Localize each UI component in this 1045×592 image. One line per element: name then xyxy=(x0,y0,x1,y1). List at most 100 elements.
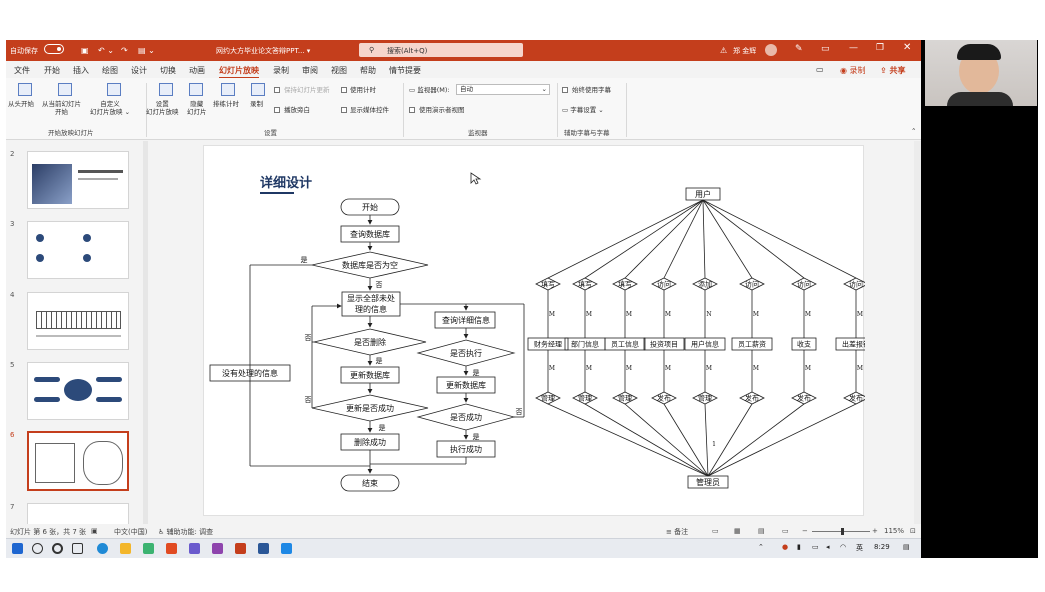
always-subtitles-checkbox[interactable] xyxy=(562,87,568,93)
subtitle-settings-button[interactable]: ▭ 字幕设置 ⌄ xyxy=(562,106,604,114)
use-timing-checkbox[interactable] xyxy=(341,87,347,93)
tab-record[interactable]: 录制 xyxy=(273,65,289,76)
thumbnail-scrollbar[interactable] xyxy=(143,141,148,524)
ribbon-display-icon[interactable]: ▭ xyxy=(821,44,830,54)
reading-view-icon[interactable]: ▤ xyxy=(758,527,765,535)
record-slideshow-button[interactable]: 录制 xyxy=(250,100,263,108)
setup-show-button[interactable]: 设置 幻灯片放映 xyxy=(146,100,179,116)
onenote-icon[interactable] xyxy=(212,543,223,554)
keep-fresh-label: 保持幻灯片更新 xyxy=(284,86,330,94)
undo-icon[interactable]: ↶ ⌄ xyxy=(98,46,114,55)
powerpoint-icon[interactable] xyxy=(235,543,246,554)
slide-thumbnail-2[interactable] xyxy=(27,151,129,209)
accessibility-status[interactable]: ♿ 辅助功能: 调查 xyxy=(158,527,213,537)
tab-design[interactable]: 设计 xyxy=(131,65,147,76)
ime-indicator[interactable]: 英 xyxy=(856,543,863,553)
slide-thumbnail-3[interactable] xyxy=(27,221,129,279)
er-cardinality: M xyxy=(586,311,592,318)
from-current-button[interactable]: 从当前幻灯片 开始 xyxy=(42,100,81,116)
zoom-in-icon[interactable]: + xyxy=(872,527,878,535)
battery-icon[interactable]: ▭ xyxy=(812,543,819,551)
tab-draw[interactable]: 绘图 xyxy=(102,65,118,76)
slideshow-view-icon[interactable]: ▭ xyxy=(782,527,789,535)
thumbnail-pane: 2 3 4 5 6 7 xyxy=(6,141,148,525)
monitor-label: ▭ 监视器(M): xyxy=(409,86,450,94)
slide-thumbnail-6[interactable] xyxy=(27,431,129,491)
fit-slide-icon[interactable]: ⊡ xyxy=(910,527,916,535)
keep-fresh-checkbox[interactable] xyxy=(274,87,280,93)
record-button[interactable]: ◉ 录制 xyxy=(840,65,866,76)
slide-sorter-icon[interactable]: ▦ xyxy=(734,527,741,535)
presenter-view-checkbox[interactable] xyxy=(409,107,415,113)
volume-icon[interactable]: ◂ xyxy=(826,543,830,551)
save-icon[interactable]: ▣ xyxy=(81,46,89,55)
zoom-slider-thumb[interactable] xyxy=(841,528,844,535)
notes-button[interactable]: ≡ 备注 xyxy=(666,527,688,537)
tray-app-icon[interactable]: ● xyxy=(782,543,788,551)
close-icon[interactable]: ✕ xyxy=(903,42,911,53)
minimize-icon[interactable]: — xyxy=(849,43,858,53)
tab-insert[interactable]: 插入 xyxy=(73,65,89,76)
present-icon[interactable]: ▤ ⌄ xyxy=(138,46,155,55)
search-box[interactable]: ⚲ 搜索(Alt+Q) xyxy=(359,43,523,57)
slide-canvas[interactable]: 详细设计 开始 查询数据库 数据库是否为空 是 否 显示全部未处 理的信息 没有… xyxy=(203,145,865,516)
rehearse-button[interactable]: 排练计时 xyxy=(213,100,239,108)
autosave-toggle[interactable] xyxy=(44,44,64,54)
show-media-checkbox[interactable] xyxy=(341,107,347,113)
avatar[interactable] xyxy=(765,44,777,56)
clock[interactable]: 8:29 xyxy=(874,543,890,551)
slide-thumbnail-5[interactable] xyxy=(27,362,129,420)
tab-transitions[interactable]: 切换 xyxy=(160,65,176,76)
tab-help[interactable]: 帮助 xyxy=(360,65,376,76)
tray-chevron-icon[interactable]: ⌃ xyxy=(758,543,764,551)
search-input[interactable]: 搜索(Alt+Q) xyxy=(387,46,427,56)
flow-db-empty-text: 数据库是否为空 xyxy=(342,260,398,270)
app-icon[interactable] xyxy=(189,543,200,554)
notification-icon[interactable]: ▤ xyxy=(903,543,910,551)
slide-diagrams: 开始 查询数据库 数据库是否为空 是 否 显示全部未处 理的信息 没有处理的信息… xyxy=(209,187,865,492)
tab-review[interactable]: 审阅 xyxy=(302,65,318,76)
app-icon[interactable] xyxy=(281,543,292,554)
slide-thumbnail-4[interactable] xyxy=(27,292,129,350)
redo-icon[interactable]: ↷ xyxy=(121,46,128,55)
user-name[interactable]: 郑 金辉 xyxy=(733,46,756,56)
network-icon[interactable]: ◠ xyxy=(840,543,846,551)
zoom-out-icon[interactable]: − xyxy=(802,527,808,535)
restore-icon[interactable]: ❐ xyxy=(876,43,884,53)
zoom-level[interactable]: 115% xyxy=(884,527,904,535)
tray-app-icon[interactable]: ▮ xyxy=(797,543,801,551)
document-title[interactable]: 网约大方毕业论文答辩PPT... ▾ xyxy=(216,46,310,56)
custom-show-button[interactable]: 自定义 幻灯片放映 ⌄ xyxy=(90,100,130,116)
app-icon[interactable] xyxy=(143,543,154,554)
share-button[interactable]: ⇪ 共享 xyxy=(880,65,906,76)
slide-thumbnail-7[interactable] xyxy=(27,503,129,525)
pen-icon[interactable]: ✎ xyxy=(795,44,803,54)
widgets-icon[interactable] xyxy=(72,543,83,554)
play-narration-checkbox[interactable] xyxy=(274,107,280,113)
windows-start-icon[interactable] xyxy=(12,543,23,554)
search-icon[interactable] xyxy=(32,543,43,554)
tab-home[interactable]: 开始 xyxy=(44,65,60,76)
edge-icon[interactable] xyxy=(97,543,108,554)
spellcheck-icon[interactable]: ▣ xyxy=(91,527,98,535)
comment-icon[interactable]: ▭ xyxy=(816,65,824,74)
hide-slide-button[interactable]: 隐藏 幻灯片 xyxy=(187,100,207,116)
tab-file[interactable]: 文件 xyxy=(14,65,30,76)
collapse-ribbon-icon[interactable]: ⌃ xyxy=(911,127,916,135)
monitor-select[interactable]: 自动 ⌄ xyxy=(456,84,550,95)
er-relationship-bottom-label: 管理 xyxy=(618,394,632,403)
office-icon[interactable] xyxy=(166,543,177,554)
language-indicator[interactable]: 中文(中国) xyxy=(114,527,147,537)
task-view-icon[interactable] xyxy=(52,543,63,554)
tab-storyboard[interactable]: 情节提要 xyxy=(389,65,421,76)
slide-scrollbar[interactable] xyxy=(914,141,921,524)
tab-animations[interactable]: 动画 xyxy=(189,65,205,76)
warning-icon[interactable]: ⚠ xyxy=(720,46,727,55)
from-start-button[interactable]: 从头开始 xyxy=(8,100,34,108)
tab-slideshow[interactable]: 幻灯片放映 xyxy=(219,65,259,79)
er-relationship-top-label: 访问 xyxy=(797,280,811,289)
normal-view-icon[interactable]: ▭ xyxy=(712,527,719,535)
file-explorer-icon[interactable] xyxy=(120,543,131,554)
word-icon[interactable] xyxy=(258,543,269,554)
tab-view[interactable]: 视图 xyxy=(331,65,347,76)
